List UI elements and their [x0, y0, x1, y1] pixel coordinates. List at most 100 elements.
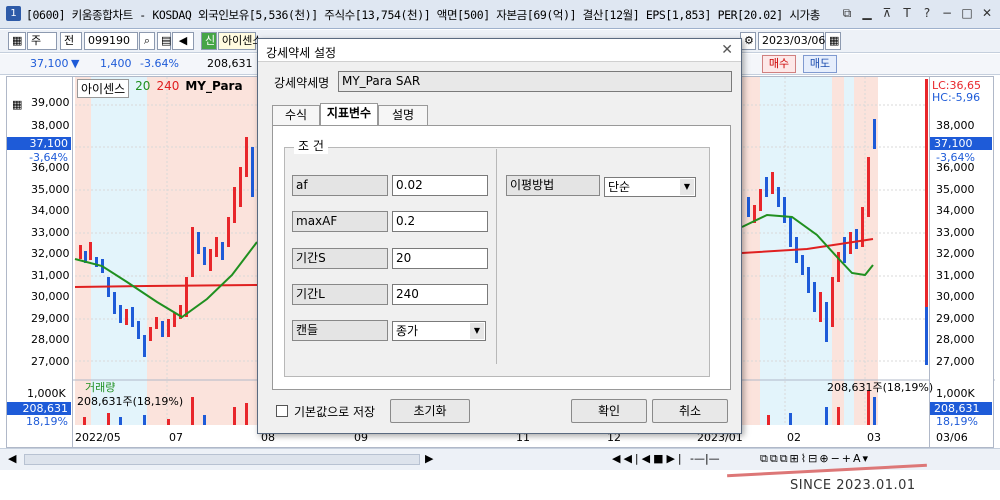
legend-ma240: 240: [156, 79, 180, 93]
tab-variables[interactable]: 지표변수: [320, 103, 378, 125]
search-icon[interactable]: ⌕: [139, 32, 155, 50]
candle-select[interactable]: 종가 ▼: [392, 321, 486, 341]
book-icon[interactable]: ▤: [157, 32, 171, 50]
rtick-38000: 38,000: [936, 119, 975, 132]
param-input-period-l[interactable]: 240: [392, 284, 488, 305]
chart-legend: 아이센스 20 240 MY_Para: [77, 79, 243, 98]
rvolume-tick: 1,000K: [936, 387, 975, 400]
rcurrent-price-tag: 37,100: [930, 137, 992, 150]
volume-legend-left: 208,631주(18,19%): [77, 395, 184, 408]
tick-28000: 28,000: [31, 333, 70, 346]
close-icon[interactable]: ✕: [980, 6, 994, 21]
volume-tick: 1,000K: [27, 387, 66, 400]
left-price-axis: ▦ 39,000 38,000 37,100 -3,64% 36,000 35,…: [7, 77, 73, 447]
tick-36000: 36,000: [31, 161, 70, 174]
volume-pct-tag: 18,19%: [26, 415, 68, 428]
buy-button[interactable]: 매수: [762, 55, 796, 73]
price-value: 37,100: [30, 57, 69, 70]
default-save-label: 기본값으로 저장: [294, 405, 376, 419]
rtick-31000: 31,000: [936, 269, 975, 282]
chevron-down-icon[interactable]: ▼: [680, 179, 694, 195]
param-label-af: af: [292, 175, 388, 196]
cancel-button[interactable]: 취소: [652, 399, 728, 423]
rtick-35000: 35,000: [936, 183, 975, 196]
tab-description[interactable]: 설명: [378, 105, 428, 125]
minimize-icon[interactable]: ▁: [860, 6, 874, 21]
volume-value: 208,631: [207, 57, 253, 70]
reset-button[interactable]: 초기화: [390, 399, 470, 423]
param-label-period-s: 기간S: [292, 248, 388, 269]
rtick-34000: 34,000: [936, 204, 975, 217]
rtick-32000: 32,000: [936, 247, 975, 260]
rtick-28000: 28,000: [936, 333, 975, 346]
dialog-close-icon[interactable]: ✕: [721, 42, 733, 58]
chart-table-icon[interactable]: ▦: [12, 98, 22, 111]
name-label: 강세약세명: [274, 76, 330, 90]
chevron-down-icon[interactable]: ▼: [470, 323, 484, 339]
tick-34000: 34,000: [31, 204, 70, 217]
name-field[interactable]: MY_Para SAR: [338, 71, 732, 92]
tick-38000: 38,000: [31, 119, 70, 132]
param-input-maxaf[interactable]: 0.2: [392, 211, 488, 232]
tab-formula[interactable]: 수식: [272, 105, 320, 125]
default-save-checkbox[interactable]: [276, 405, 288, 417]
grid-icon[interactable]: ▦: [8, 32, 26, 50]
tick-33000: 33,000: [31, 226, 70, 239]
date-input[interactable]: 2023/03/06: [758, 32, 825, 50]
app-icon: 1: [6, 6, 21, 21]
legend-indicator: MY_Para: [185, 79, 243, 93]
tick-30000: 30,000: [31, 290, 70, 303]
settings-icon[interactable]: ⚙: [740, 32, 756, 50]
code-input[interactable]: 099190: [84, 32, 138, 50]
mode-select[interactable]: 주: [27, 32, 57, 50]
x-label-last: 03/06: [936, 431, 968, 444]
param-input-af[interactable]: 0.02: [392, 175, 488, 196]
tick-27000: 27,000: [31, 355, 70, 368]
stock-name[interactable]: 아이센스: [218, 32, 262, 50]
ma-method-select-value: 단순: [608, 180, 631, 194]
window-maximize-icon[interactable]: □: [960, 6, 974, 21]
window-controls: ⧉ ▁ ⊼ T ? − □ ✕: [840, 6, 994, 21]
tick-32000: 32,000: [31, 247, 70, 260]
rtick-27000: 27,000: [936, 355, 975, 368]
sell-button[interactable]: 매도: [803, 55, 837, 73]
x-label-0: 2022/05: [75, 431, 121, 444]
period-select[interactable]: 전: [60, 32, 82, 50]
since-caption: SINCE 2023.01.01: [790, 478, 916, 493]
candle-label: 캔들: [292, 320, 388, 341]
pin-icon[interactable]: ⊼: [880, 6, 894, 21]
tick-29000: 29,000: [31, 312, 70, 325]
rtick-30000: 30,000: [936, 290, 975, 303]
sound-icon[interactable]: ◀: [172, 32, 194, 50]
current-price-tag: 37,100: [7, 137, 71, 150]
rtick-29000: 29,000: [936, 312, 975, 325]
chart-scrollbar[interactable]: ◀ ▶ ◀◀|◀■▶| -—|— ⧉⧉⧉⊞⌇⊟⊕−+A▾: [0, 448, 1000, 470]
ok-button[interactable]: 확인: [571, 399, 647, 423]
tick-35000: 35,000: [31, 183, 70, 196]
window-minimize-icon[interactable]: −: [940, 6, 954, 21]
x-label-7: 02: [787, 431, 801, 444]
scroll-right-icon[interactable]: ▶: [425, 452, 433, 465]
playback-controls[interactable]: ◀◀|◀■▶|: [612, 452, 685, 465]
legend-ma20: 20: [135, 79, 151, 93]
zoom-slider[interactable]: -—|—: [690, 452, 720, 465]
font-icon[interactable]: T: [900, 6, 914, 21]
ma-method-select[interactable]: 단순 ▼: [604, 177, 696, 197]
ma-method-label: 이평방법: [506, 175, 600, 196]
chart-tools-icon[interactable]: ⧉⧉⧉⊞⌇⊟⊕−+A▾: [760, 452, 870, 466]
help-icon[interactable]: ?: [920, 6, 934, 21]
change-pct: -3.64%: [140, 57, 179, 70]
scroll-left-icon[interactable]: ◀: [8, 452, 16, 465]
window-title: [0600] 키움종합차트 - KOSDAQ 외국인보유[5,536(천)] 주…: [26, 8, 820, 22]
restore-icon[interactable]: ⧉: [840, 6, 854, 21]
volume-legend-right: 208,631주(18,19%): [827, 381, 934, 394]
scroll-track[interactable]: [24, 454, 420, 465]
param-label-period-l: 기간L: [292, 284, 388, 305]
param-input-period-s[interactable]: 20: [392, 248, 488, 269]
calendar-icon[interactable]: ▦: [825, 32, 841, 50]
legend-stock[interactable]: 아이센스: [77, 79, 130, 98]
hc-label: HC:-5,96: [932, 91, 981, 104]
right-price-axis: LC:36,65 HC:-5,96 38,000 37,100 -3,64% 3…: [929, 77, 993, 447]
tick-39000: 39,000: [31, 96, 70, 109]
rtick-33000: 33,000: [936, 226, 975, 239]
